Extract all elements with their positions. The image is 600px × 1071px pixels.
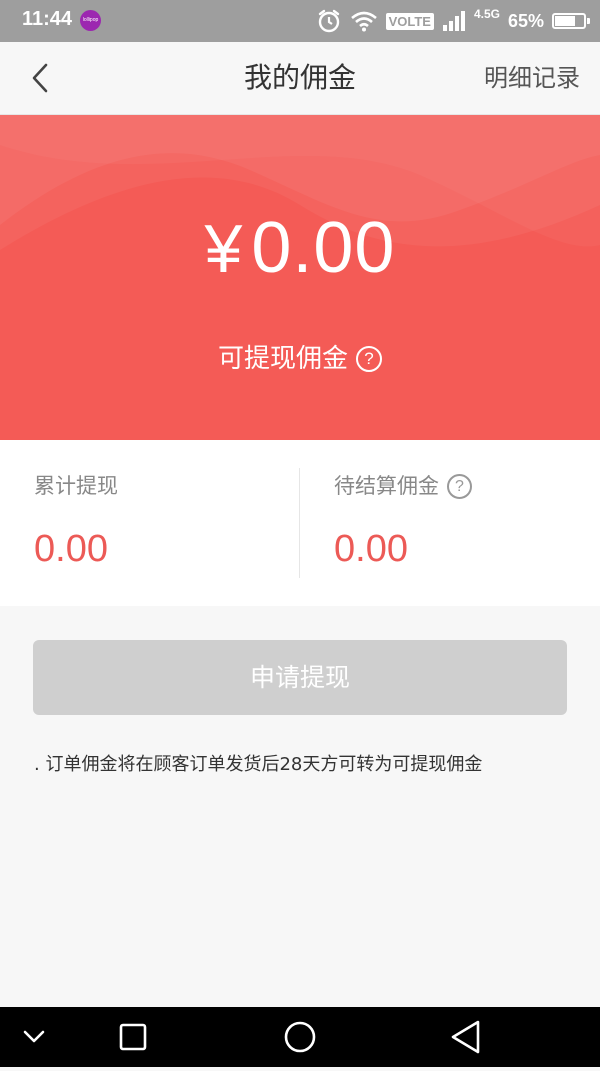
- commission-banner: ¥0.00 可提现佣金?: [0, 115, 600, 440]
- back-button[interactable]: [24, 60, 58, 96]
- commission-stats: 累计提现 0.00 待结算佣金? 0.00: [0, 440, 600, 606]
- signal-icon: [442, 11, 465, 31]
- network-type: 4.5G: [473, 7, 500, 21]
- total-withdrawn-card: 累计提现 0.00: [0, 440, 300, 606]
- battery-level-fill: [555, 16, 575, 26]
- pending-commission-label-row: 待结算佣金?: [334, 470, 472, 500]
- alarm-icon: [318, 9, 339, 33]
- battery-percent: 65%: [507, 10, 544, 31]
- detail-records-link[interactable]: 明细记录: [484, 42, 580, 114]
- back-triangle-icon: [451, 1020, 480, 1054]
- status-time: 11:44: [22, 8, 73, 30]
- pending-commission-card: 待结算佣金? 0.00: [300, 440, 600, 606]
- recents-square-icon: [119, 1023, 147, 1051]
- commission-note: . 订单佣金将在顾客订单发货后28天方可转为可提现佣金: [34, 754, 483, 775]
- nav-recents-button[interactable]: [93, 1007, 173, 1067]
- total-withdrawn-label: 累计提现: [34, 474, 118, 498]
- volte-badge: VOLTE: [385, 12, 434, 30]
- status-icons: VOLTE 4.5G 65%: [316, 6, 590, 36]
- pending-commission-value: 0.00: [334, 528, 408, 570]
- apply-withdraw-button[interactable]: 申请提现: [33, 640, 567, 715]
- currency-symbol: ¥: [204, 211, 244, 287]
- app-badge-icon: lollipop: [80, 10, 101, 31]
- title-bar: 我的佣金 明细记录: [0, 42, 600, 115]
- collapse-chevron-icon: [23, 1030, 45, 1043]
- battery-icon: [552, 13, 590, 29]
- withdrawable-label-row: 可提现佣金?: [0, 338, 600, 375]
- withdrawable-label: 可提现佣金: [217, 344, 348, 374]
- withdrawable-amount: ¥0.00: [0, 207, 600, 289]
- nav-back-button[interactable]: [426, 1007, 506, 1067]
- question-circle-icon[interactable]: ?: [447, 474, 472, 499]
- nav-collapse-button[interactable]: [0, 1007, 80, 1067]
- home-circle-icon: [284, 1021, 316, 1053]
- pending-commission-label: 待结算佣金: [334, 474, 439, 498]
- nav-home-button[interactable]: [260, 1007, 340, 1067]
- status-bar: 11:44 lollipop VOLTE 4.5G 65%: [0, 0, 600, 42]
- amount-value: 0.00: [251, 208, 396, 288]
- chevron-left-icon: [32, 63, 48, 93]
- total-withdrawn-value: 0.00: [34, 528, 108, 570]
- system-nav-bar: [0, 1007, 600, 1067]
- wifi-icon: [350, 11, 377, 32]
- question-circle-icon[interactable]: ?: [356, 346, 382, 372]
